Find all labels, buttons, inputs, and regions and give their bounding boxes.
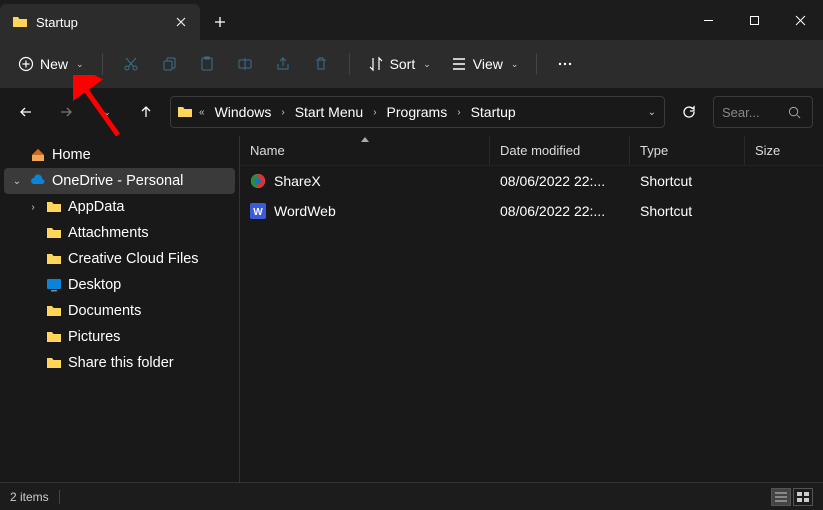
file-type: Shortcut — [630, 203, 745, 219]
sort-icon — [368, 56, 384, 72]
view-label: View — [473, 56, 503, 72]
sidebar-item-pictures[interactable]: Pictures — [4, 324, 235, 350]
breadcrumb[interactable]: « Windows › Start Menu › Programs › Star… — [170, 96, 665, 128]
cut-button[interactable] — [113, 50, 149, 78]
window-tab[interactable]: Startup — [0, 4, 200, 40]
new-button[interactable]: New ⌄ — [10, 50, 92, 78]
file-list: Name Date modified Type Size ShareX 08/0… — [240, 136, 823, 482]
window-controls — [685, 0, 823, 40]
sidebar-item-attachments[interactable]: Attachments — [4, 220, 235, 246]
view-icon — [451, 56, 467, 72]
status-bar: 2 items — [0, 482, 823, 510]
file-date: 08/06/2022 22:... — [490, 203, 630, 219]
sidebar-item-desktop[interactable]: Desktop — [4, 272, 235, 298]
trash-icon — [313, 56, 329, 72]
item-count: 2 items — [10, 490, 49, 504]
scissors-icon — [123, 56, 139, 72]
column-headers: Name Date modified Type Size — [240, 136, 823, 166]
chevron-right-icon[interactable]: › — [279, 107, 286, 118]
app-icon — [250, 173, 266, 189]
column-header-size[interactable]: Size — [745, 136, 823, 165]
expander-icon[interactable]: ⌄ — [10, 176, 24, 187]
home-icon — [30, 147, 46, 163]
sidebar-item-creative-cloud[interactable]: Creative Cloud Files — [4, 246, 235, 272]
address-bar: ⌄ « Windows › Start Menu › Programs › St… — [0, 88, 823, 136]
title-bar: Startup — [0, 0, 823, 40]
folder-icon — [46, 303, 62, 319]
up-button[interactable] — [130, 96, 162, 128]
sidebar-item-documents[interactable]: Documents — [4, 298, 235, 324]
navigation-pane: Home ⌄ OneDrive - Personal › AppData Att… — [0, 136, 240, 482]
chevron-down-icon: ⌄ — [76, 59, 84, 70]
column-header-type[interactable]: Type — [630, 136, 745, 165]
refresh-button[interactable] — [673, 96, 705, 128]
chevron-down-icon: ⌄ — [423, 59, 431, 70]
rename-icon — [237, 56, 253, 72]
file-name: ShareX — [274, 173, 321, 189]
file-row[interactable]: W WordWeb 08/06/2022 22:... Shortcut — [240, 196, 823, 226]
sort-button[interactable]: Sort ⌄ — [360, 50, 439, 78]
view-button[interactable]: View ⌄ — [443, 50, 527, 78]
details-view-toggle[interactable] — [771, 488, 791, 506]
column-header-date[interactable]: Date modified — [490, 136, 630, 165]
breadcrumb-segment[interactable]: Windows — [211, 102, 276, 122]
breadcrumb-segment[interactable]: Programs — [383, 102, 452, 122]
share-button[interactable] — [265, 50, 301, 78]
back-button[interactable] — [10, 96, 42, 128]
breadcrumb-segment[interactable]: Startup — [467, 102, 520, 122]
new-tab-button[interactable] — [200, 4, 240, 40]
chevron-right-icon[interactable]: › — [371, 107, 378, 118]
expander-icon[interactable]: › — [26, 202, 40, 213]
search-icon — [788, 106, 801, 119]
search-box[interactable] — [713, 96, 813, 128]
file-date: 08/06/2022 22:... — [490, 173, 630, 189]
sidebar-item-share-folder[interactable]: Share this folder — [4, 350, 235, 376]
sort-label: Sort — [390, 56, 416, 72]
file-row[interactable]: ShareX 08/06/2022 22:... Shortcut — [240, 166, 823, 196]
copy-icon — [161, 56, 177, 72]
sidebar-item-appdata[interactable]: › AppData — [4, 194, 235, 220]
chevron-down-icon: ⌄ — [511, 59, 519, 70]
folder-icon — [46, 251, 62, 267]
tab-close-button[interactable] — [174, 15, 188, 29]
recent-locations-button[interactable]: ⌄ — [90, 96, 122, 128]
rename-button[interactable] — [227, 50, 263, 78]
paste-button[interactable] — [189, 50, 225, 78]
file-type: Shortcut — [630, 173, 745, 189]
thumbnails-view-toggle[interactable] — [793, 488, 813, 506]
file-name: WordWeb — [274, 203, 336, 219]
cloud-icon — [30, 173, 46, 189]
chevron-right-icon[interactable]: « — [197, 107, 207, 118]
new-label: New — [40, 56, 68, 72]
ellipsis-icon — [557, 56, 573, 72]
search-input[interactable] — [722, 105, 782, 120]
toolbar: New ⌄ Sort ⌄ View ⌄ — [0, 40, 823, 88]
folder-icon — [177, 104, 193, 120]
breadcrumb-segment[interactable]: Start Menu — [291, 102, 367, 122]
plus-circle-icon — [18, 56, 34, 72]
folder-icon — [46, 225, 62, 241]
clipboard-icon — [199, 56, 215, 72]
more-button[interactable] — [547, 50, 583, 78]
app-icon: W — [250, 203, 266, 219]
chevron-right-icon[interactable]: › — [455, 107, 462, 118]
share-icon — [275, 56, 291, 72]
minimize-button[interactable] — [685, 0, 731, 40]
close-window-button[interactable] — [777, 0, 823, 40]
folder-icon — [46, 329, 62, 345]
desktop-icon — [46, 277, 62, 293]
tab-title: Startup — [36, 15, 166, 30]
column-header-name[interactable]: Name — [240, 136, 490, 165]
folder-icon — [12, 14, 28, 30]
folder-icon — [46, 199, 62, 215]
copy-button[interactable] — [151, 50, 187, 78]
chevron-down-icon[interactable]: ⌄ — [646, 107, 658, 118]
forward-button[interactable] — [50, 96, 82, 128]
sidebar-item-home[interactable]: Home — [4, 142, 235, 168]
folder-icon — [46, 355, 62, 371]
sidebar-item-onedrive[interactable]: ⌄ OneDrive - Personal — [4, 168, 235, 194]
svg-text:W: W — [253, 207, 263, 218]
delete-button[interactable] — [303, 50, 339, 78]
maximize-button[interactable] — [731, 0, 777, 40]
